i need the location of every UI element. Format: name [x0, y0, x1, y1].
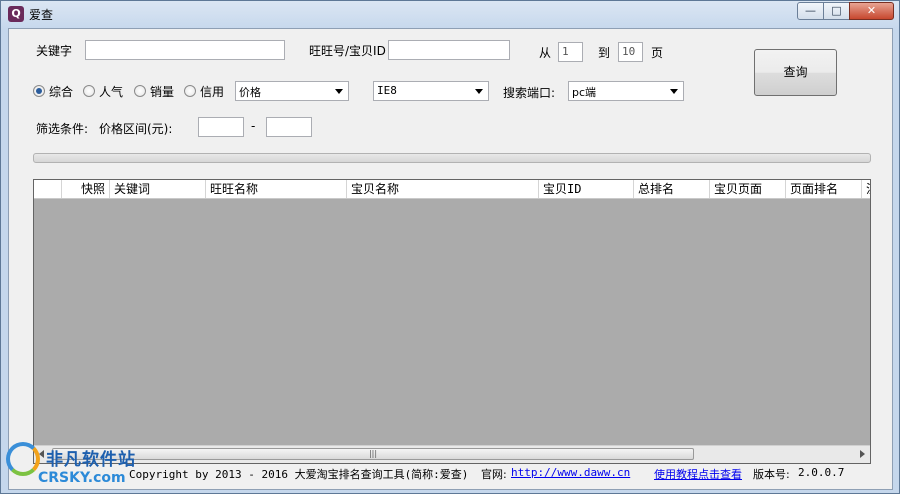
- logo-icon: [6, 442, 40, 476]
- column-header-item-page[interactable]: 宝贝页面: [710, 180, 786, 198]
- minimize-button[interactable]: —: [797, 2, 824, 20]
- wangwang-label: 旺旺号/宝贝ID: [309, 44, 386, 58]
- price-max-input[interactable]: [266, 117, 312, 137]
- price-dash: -: [251, 119, 256, 133]
- radio-label: 综合: [49, 85, 74, 99]
- column-header-keyword[interactable]: 关键词: [110, 180, 206, 198]
- radio-sort-comprehensive[interactable]: [33, 85, 45, 97]
- table-header: 快照 关键词 旺旺名称 宝贝名称 宝贝ID 总排名 宝贝页面 页面排名 注: [34, 180, 870, 199]
- chevron-down-icon: [475, 89, 483, 94]
- watermark-text-cn: 非凡软件站: [46, 450, 136, 470]
- version-label: 版本号:: [753, 468, 790, 481]
- price-min-input[interactable]: [198, 117, 244, 137]
- column-header-item-name[interactable]: 宝贝名称: [347, 180, 539, 198]
- watermark-text-en: CRSKY.com: [38, 470, 126, 486]
- maximize-button[interactable]: □: [823, 2, 850, 20]
- client-area: 关键字 旺旺号/宝贝ID 从 1 到 10 页 查询 综合 人气 销量 信用 价…: [8, 28, 893, 490]
- from-page-input[interactable]: 1: [558, 42, 583, 62]
- port-select[interactable]: pc端: [568, 81, 684, 101]
- column-header-wangwang-name[interactable]: 旺旺名称: [206, 180, 347, 198]
- keyword-label: 关键字: [36, 44, 73, 58]
- browser-select[interactable]: IE8: [373, 81, 489, 101]
- radio-sort-credit[interactable]: [184, 85, 196, 97]
- horizontal-scrollbar[interactable]: |||: [34, 445, 870, 463]
- port-value: pc端: [572, 86, 597, 99]
- results-table[interactable]: 快照 关键词 旺旺名称 宝贝名称 宝贝ID 总排名 宝贝页面 页面排名 注 ||…: [33, 179, 871, 464]
- copyright-text: Copyright by 2013 - 2016 大爱淘宝排名查询工具(简称:爱…: [129, 468, 469, 481]
- price-range-label: 价格区间(元):: [99, 122, 173, 136]
- watermark-logo: 非凡软件站 CRSKY.com: [0, 437, 152, 494]
- app-window: Q 爱查 — □ ✕ 关键字 旺旺号/宝贝ID 从 1 到 10 页 查询 综合…: [0, 0, 900, 494]
- close-button[interactable]: ✕: [849, 2, 894, 20]
- filter-label: 筛选条件:: [36, 122, 89, 136]
- chevron-down-icon: [670, 89, 678, 94]
- price-sort-select[interactable]: 价格: [235, 81, 349, 101]
- radio-sort-popularity[interactable]: [83, 85, 95, 97]
- version-value: 2.0.0.7: [798, 466, 845, 479]
- column-header-note[interactable]: 注: [862, 180, 870, 198]
- tutorial-link[interactable]: 使用教程点击查看: [654, 466, 742, 482]
- site-label: 官网:: [481, 468, 507, 481]
- window-title: 爱查: [29, 8, 54, 22]
- query-button[interactable]: 查询: [754, 49, 837, 96]
- app-icon: Q: [8, 6, 24, 22]
- column-header-total-rank[interactable]: 总排名: [634, 180, 710, 198]
- page-label: 页: [651, 46, 664, 60]
- price-sort-value: 价格: [239, 86, 261, 99]
- column-header-item-id[interactable]: 宝贝ID: [539, 180, 634, 198]
- to-label: 到: [598, 46, 611, 60]
- browser-value: IE8: [377, 84, 397, 97]
- radio-label: 信用: [200, 85, 225, 99]
- radio-label: 人气: [99, 85, 124, 99]
- column-header-snapshot[interactable]: 快照: [62, 180, 110, 198]
- site-link[interactable]: http://www.daww.cn: [511, 466, 630, 479]
- to-page-input[interactable]: 10: [618, 42, 643, 62]
- keyword-input[interactable]: [85, 40, 285, 60]
- scroll-right-icon[interactable]: [860, 450, 865, 458]
- port-label: 搜索端口:: [503, 86, 556, 100]
- row-header-corner: [34, 180, 62, 198]
- title-bar[interactable]: Q 爱查 — □ ✕: [1, 1, 899, 27]
- chevron-down-icon: [335, 89, 343, 94]
- wangwang-input[interactable]: [388, 40, 510, 60]
- from-label: 从: [539, 46, 552, 60]
- progress-bar: [33, 153, 871, 163]
- radio-sort-sales[interactable]: [134, 85, 146, 97]
- column-header-page-rank[interactable]: 页面排名: [786, 180, 862, 198]
- radio-label: 销量: [150, 85, 175, 99]
